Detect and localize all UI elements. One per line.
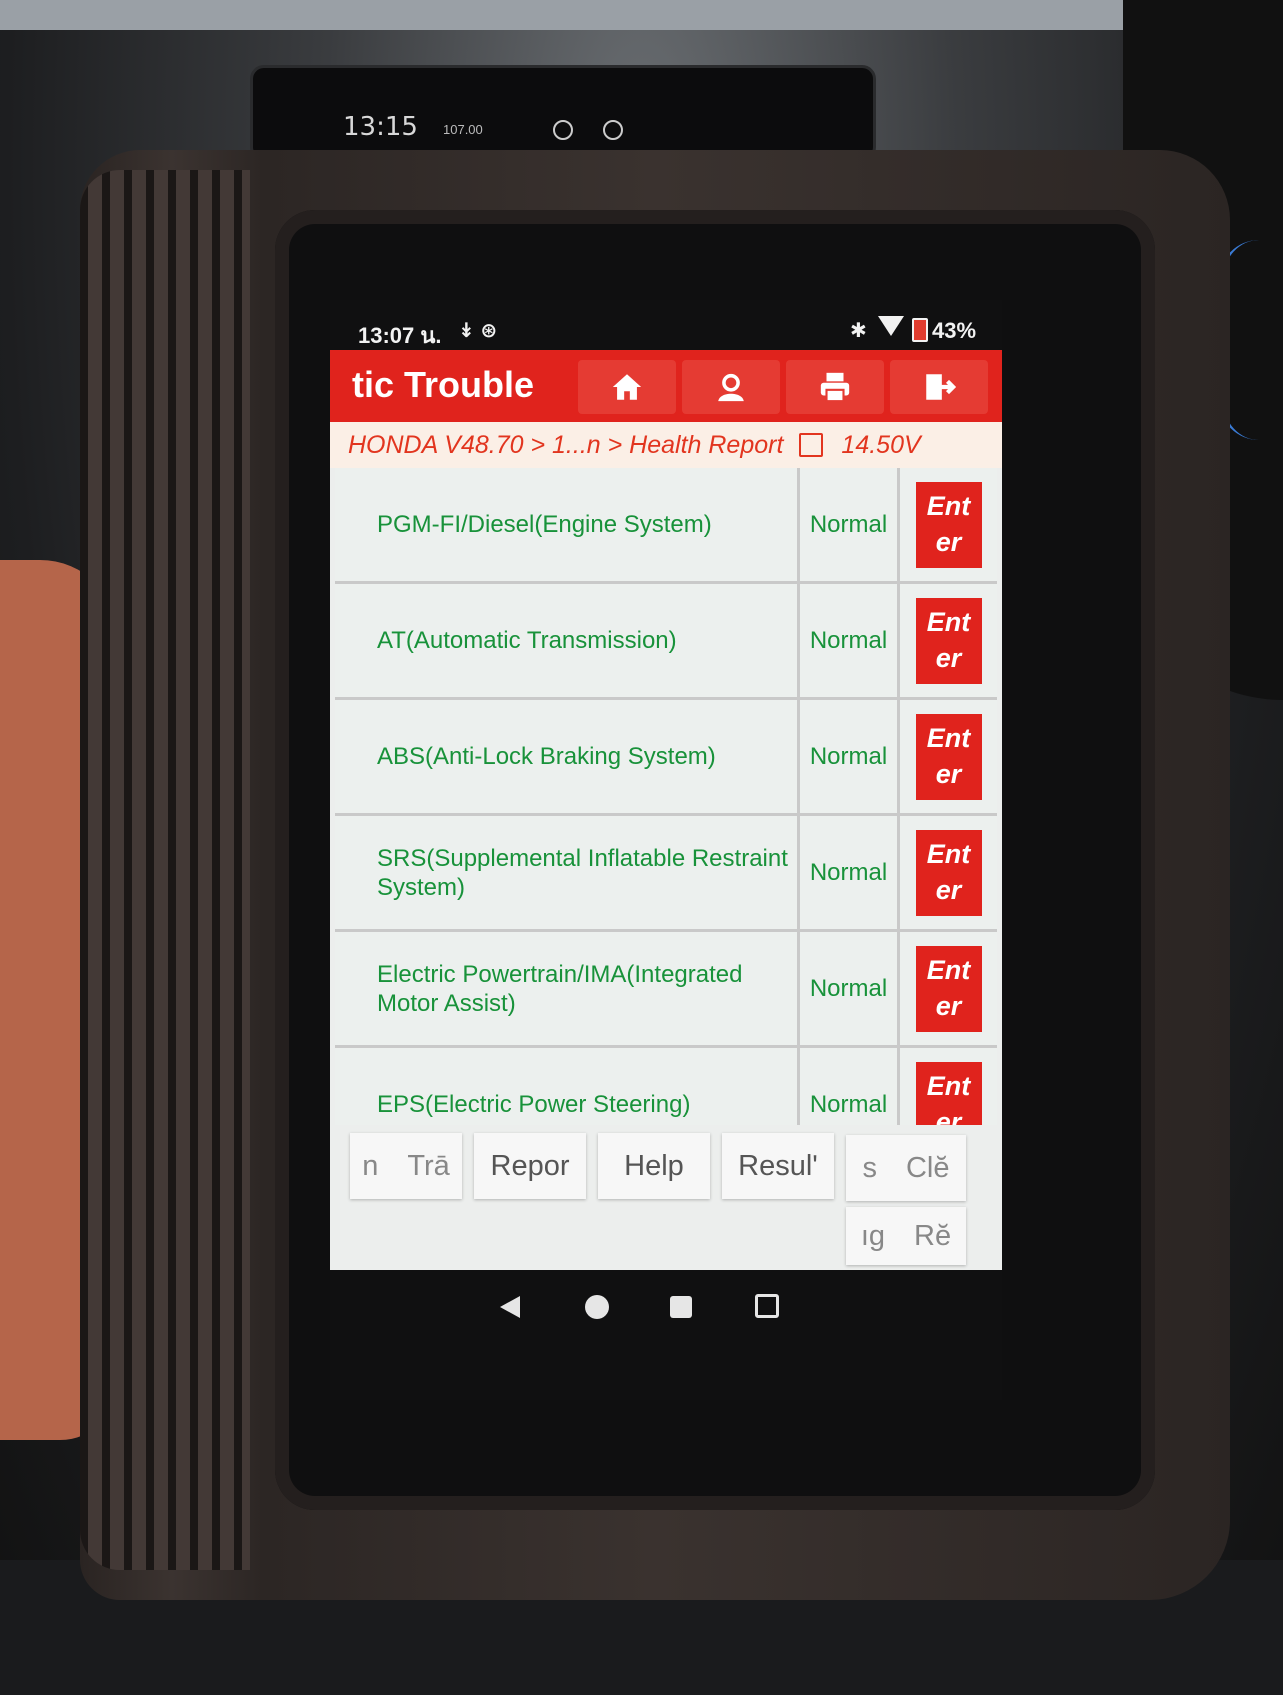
- table-row: ABS(Anti-Lock Braking System) Normal Ent…: [335, 700, 997, 816]
- system-name: SRS(Supplemental Inflatable Restraint Sy…: [335, 816, 800, 929]
- status-time: 13:07 น.: [358, 323, 442, 348]
- print-button[interactable]: [786, 360, 884, 414]
- system-status: Normal: [800, 468, 900, 581]
- android-status-bar: 13:07 น. ↡ ⊛ ✱ 43%: [330, 300, 1002, 350]
- enter-button[interactable]: Ent er: [915, 829, 982, 916]
- system-list: PGM-FI/Diesel(Engine System) Normal Ent e…: [335, 468, 997, 1125]
- enter-cell: Ent er: [900, 468, 997, 581]
- codes-clear-button[interactable]: s Clĕ: [846, 1135, 966, 1201]
- support-icon: [718, 373, 744, 402]
- exit-button[interactable]: [890, 360, 988, 414]
- enter-button[interactable]: Ent er: [915, 597, 982, 684]
- table-row: PGM-FI/Diesel(Engine System) Normal Ent e…: [335, 468, 997, 584]
- enter-cell: Ent er: [900, 816, 997, 929]
- android-nav-bar: [330, 1270, 1002, 1350]
- status-notification-icons: ↡ ⊛: [458, 320, 498, 342]
- table-row: EPS(Electric Power Steering) Normal Ent e…: [335, 1048, 997, 1125]
- back-icon[interactable]: [500, 1296, 520, 1318]
- exit-icon: [926, 374, 956, 400]
- bluetooth-icon: ✱: [850, 320, 867, 342]
- system-status: Normal: [800, 1048, 900, 1125]
- wifi-icon: [878, 316, 904, 336]
- car-media-icon: [553, 120, 573, 140]
- tablet-grip-ridges: [80, 170, 250, 1570]
- app-title-bar: tic Trouble: [330, 350, 1002, 422]
- page-title: tic Trouble: [352, 364, 535, 405]
- car-nav-icon: [603, 120, 623, 140]
- result-button[interactable]: Resulʹ: [722, 1133, 834, 1199]
- car-clock: 13:15: [343, 112, 418, 142]
- home-icon: [612, 374, 642, 400]
- breadcrumb-path: HONDA V48.70 > 1...n > Health Report: [348, 430, 784, 459]
- system-status: Normal: [800, 584, 900, 697]
- battery-percent: 43%: [932, 318, 977, 343]
- print-icon: [820, 372, 850, 403]
- recent-apps-icon[interactable]: [670, 1296, 692, 1318]
- enter-cell: Ent er: [900, 584, 997, 697]
- battery-icon: [912, 318, 928, 342]
- enter-button[interactable]: Ent er: [915, 481, 982, 568]
- diagnostic-app: tic Trouble HONDA V48.70 > 1...n > Healt…: [330, 350, 1002, 1270]
- clear-trouble-codes-button[interactable]: n Trā: [350, 1133, 462, 1199]
- enter-cell: Ent er: [900, 700, 997, 813]
- system-status: Normal: [800, 816, 900, 929]
- system-name: EPS(Electric Power Steering): [335, 1048, 800, 1125]
- tablet-screen: 13:07 น. ↡ ⊛ ✱ 43% tic Trouble HONDA V48…: [330, 300, 1002, 1400]
- system-status: Normal: [800, 932, 900, 1045]
- reading-report-button[interactable]: ıg Rĕ: [846, 1207, 966, 1265]
- help-button[interactable]: Help: [598, 1133, 710, 1199]
- calendar-icon: [799, 433, 824, 457]
- enter-button[interactable]: Ent er: [915, 945, 982, 1032]
- home-circle-icon[interactable]: [585, 1295, 609, 1319]
- system-name: Electric Powertrain/IMA(Integrated Motor…: [335, 932, 800, 1045]
- bottom-action-bar: n Trā Repor Help Resulʹ s Clĕ ıg Rĕ: [330, 1125, 1002, 1270]
- enter-cell: Ent er: [900, 1048, 997, 1125]
- enter-button[interactable]: Ent er: [915, 1061, 982, 1125]
- table-row: SRS(Supplemental Inflatable Restraint Sy…: [335, 816, 997, 932]
- screenshot-icon[interactable]: [755, 1294, 779, 1318]
- enter-button[interactable]: Ent er: [915, 713, 982, 800]
- home-button[interactable]: [578, 360, 676, 414]
- report-button[interactable]: Repor: [474, 1133, 586, 1199]
- breadcrumb: HONDA V48.70 > 1...n > Health Report 14.…: [330, 422, 1002, 468]
- car-infotainment-display: 13:15 107.00: [250, 65, 876, 161]
- system-name: ABS(Anti-Lock Braking System): [335, 700, 800, 813]
- system-name: AT(Automatic Transmission): [335, 584, 800, 697]
- system-status: Normal: [800, 700, 900, 813]
- table-row: Electric Powertrain/IMA(Integrated Motor…: [335, 932, 997, 1048]
- system-name: PGM-FI/Diesel(Engine System): [335, 468, 800, 581]
- table-row: AT(Automatic Transmission) Normal Ent er: [335, 584, 997, 700]
- car-radio-frequency: 107.00: [443, 122, 483, 137]
- enter-cell: Ent er: [900, 932, 997, 1045]
- support-button[interactable]: [682, 360, 780, 414]
- battery-voltage: 14.50V: [841, 430, 921, 459]
- dashboard-strip: [0, 0, 1283, 30]
